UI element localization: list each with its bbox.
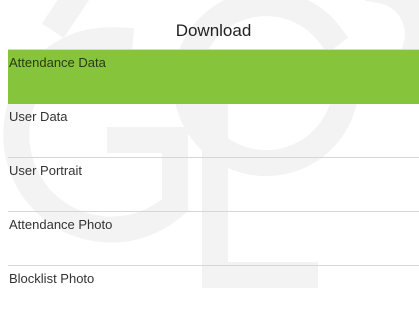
menu-item-attendance-photo[interactable]: Attendance Photo <box>8 212 419 266</box>
download-screen: Download Attendance Data User Data User … <box>0 0 419 318</box>
page-title-text: Download <box>175 20 252 40</box>
menu-item-user-data[interactable]: User Data <box>8 104 419 158</box>
menu-item-label: Blocklist Photo <box>9 271 95 286</box>
menu-item-blocklist-photo[interactable]: Blocklist Photo <box>8 266 419 318</box>
page-title: Download <box>8 12 419 50</box>
download-options-list: Attendance Data User Data User Portrait … <box>8 50 419 318</box>
menu-item-label: User Data <box>9 109 68 124</box>
menu-item-attendance-data[interactable]: Attendance Data <box>8 50 419 104</box>
menu-item-label: Attendance Photo <box>9 217 113 232</box>
menu-item-label: Attendance Data <box>9 55 106 70</box>
menu-item-user-portrait[interactable]: User Portrait <box>8 158 419 212</box>
menu-item-label: User Portrait <box>9 163 82 178</box>
